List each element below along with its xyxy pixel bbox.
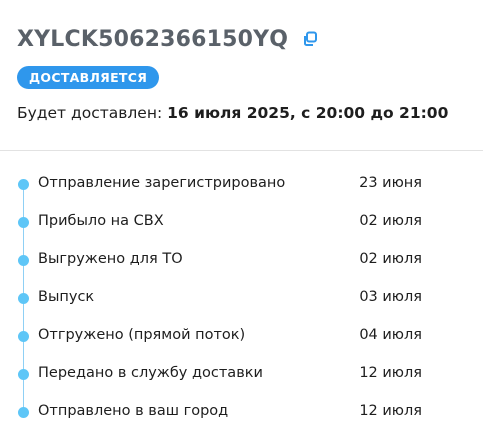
track-row: XYLCK5062366150YQ [17,24,483,54]
timeline-dot [18,369,29,380]
timeline-event: Отгружено (прямой поток) 04 июля [0,317,483,355]
event-title: Отгружено (прямой поток) [38,327,246,343]
timeline-event: Передано в службу доставки 12 июля [0,355,483,393]
divider [0,150,483,151]
status-badge: ДОСТАВЛЯЕТСЯ [17,66,160,89]
event-title: Выгружено для ТО [38,251,183,267]
event-title: Отправление зарегистрировано [38,175,286,191]
event-date: 02 июля [359,251,422,267]
copy-icon[interactable] [302,31,318,47]
event-date: 03 июля [359,289,422,305]
event-date: 23 июня [359,175,422,191]
delivery-estimate: Будет доставлен: 16 июля 2025, с 20:00 д… [17,104,448,122]
timeline-dot [18,179,29,190]
timeline-event: Выпуск 03 июля [0,279,483,317]
timeline-dot [18,255,29,266]
event-date: 02 июля [359,213,422,229]
event-date: 12 июля [359,365,422,381]
timeline-event: Отправлено в ваш город 12 июля [0,393,483,431]
timeline-dot [18,407,29,418]
shipment-header: XYLCK5062366150YQ [17,24,483,54]
timeline-event: Отправление зарегистрировано 23 июня [0,165,483,203]
timeline-dot [18,331,29,342]
eta-value: 16 июля 2025, с 20:00 до 21:00 [167,104,449,122]
event-date: 12 июля [359,403,422,419]
event-date: 04 июля [359,327,422,343]
track-number: XYLCK5062366150YQ [17,26,289,52]
eta-label: Будет доставлен: [17,104,168,122]
event-title: Отправлено в ваш город [38,403,229,419]
event-title: Передано в службу доставки [38,365,263,381]
timeline-event: Прибыло на СВХ 02 июля [0,203,483,241]
timeline-dot [18,293,29,304]
event-title: Прибыло на СВХ [38,213,164,229]
timeline-event: Выгружено для ТО 02 июля [0,241,483,279]
timeline-dot [18,217,29,228]
event-title: Выпуск [38,289,95,305]
